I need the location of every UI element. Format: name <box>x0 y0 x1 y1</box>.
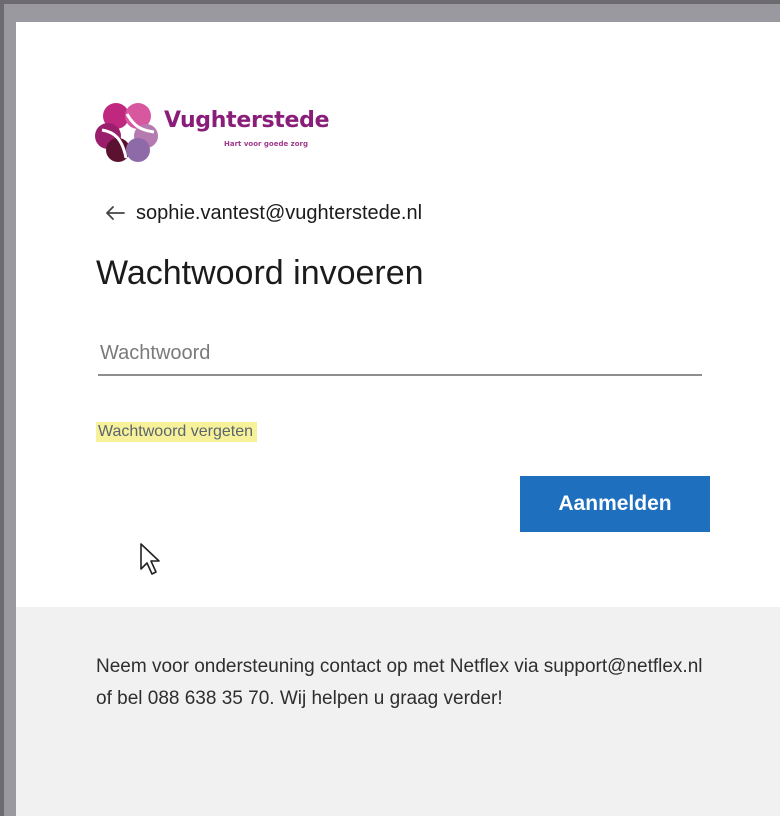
brand-tagline: Hart voor goede zorg <box>224 140 308 148</box>
mouse-pointer-icon <box>140 543 160 575</box>
forgot-password-link[interactable]: Wachtwoord vergeten <box>96 422 258 442</box>
support-text: Neem voor ondersteuning contact op met N… <box>96 656 703 709</box>
arrow-left-icon[interactable] <box>104 204 126 222</box>
password-input[interactable] <box>98 332 702 376</box>
account-identity: sophie.vantest@vughterstede.nl <box>136 201 423 224</box>
brand-name: Vughterstede <box>164 108 330 133</box>
sign-in-panel: Vughterstede Hart voor goede zorg sophie… <box>16 22 780 816</box>
brand-logo-icon <box>95 103 158 162</box>
page-title: Wachtwoord invoeren <box>96 254 424 292</box>
sign-in-button[interactable]: Aanmelden <box>520 476 710 532</box>
back-to-account-button[interactable]: sophie.vantest@vughterstede.nl <box>104 198 422 228</box>
brand-logo: Vughterstede Hart voor goede zorg <box>94 98 354 168</box>
support-footer: Neem voor ondersteuning contact op met N… <box>16 607 780 816</box>
